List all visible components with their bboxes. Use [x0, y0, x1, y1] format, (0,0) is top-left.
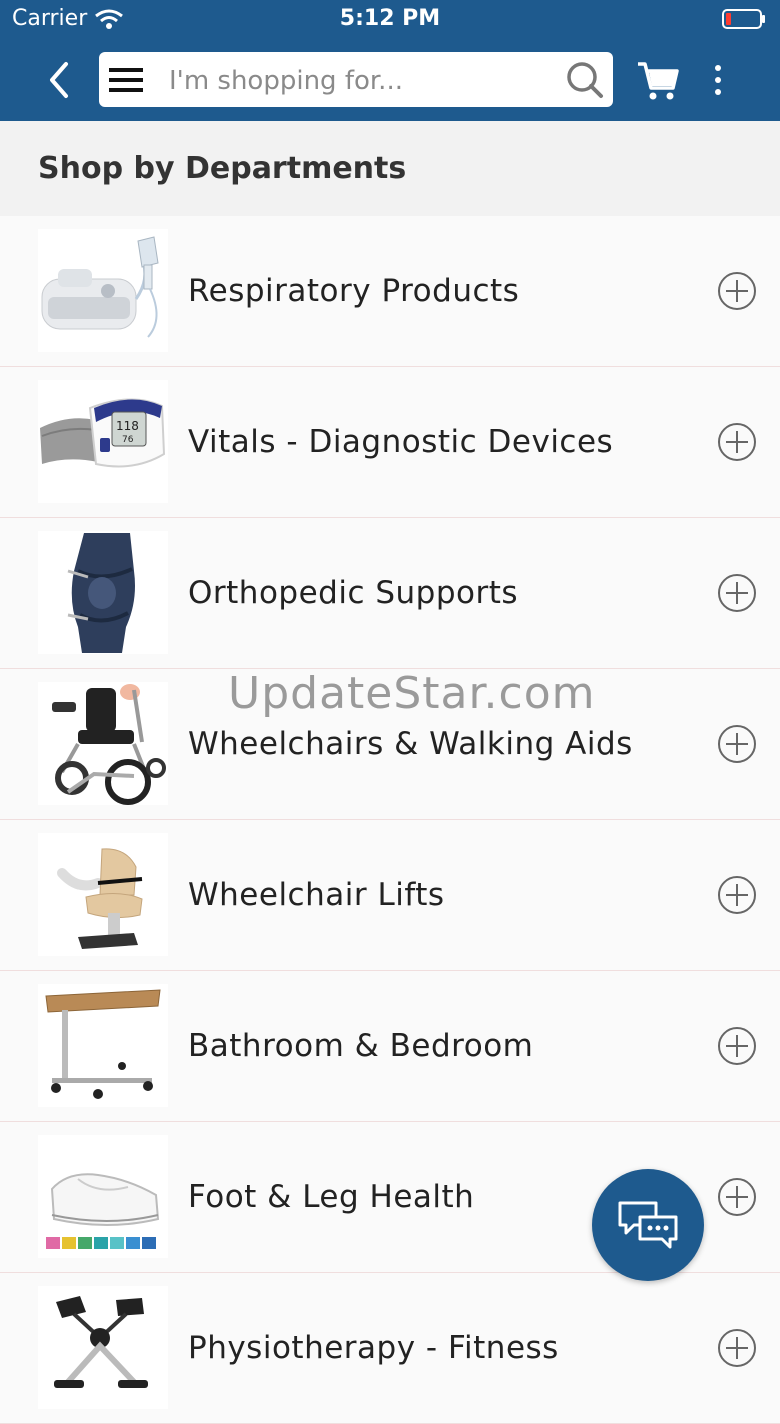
department-label: Vitals - Diagnostic Devices	[188, 424, 614, 460]
more-options-icon[interactable]	[704, 60, 732, 100]
department-row-vitals[interactable]: 118 76 Vitals - Diagnostic Devices	[0, 367, 780, 518]
department-row-bathroom-bedroom[interactable]: Bathroom & Bedroom	[0, 971, 780, 1122]
department-row-respiratory[interactable]: Respiratory Products	[0, 216, 780, 367]
cart-icon[interactable]	[636, 58, 680, 102]
search-bar[interactable]	[99, 52, 613, 109]
hamburger-menu-icon[interactable]	[109, 66, 145, 94]
stairlift-image	[38, 833, 168, 956]
department-label: Respiratory Products	[188, 273, 520, 309]
expand-plus-icon[interactable]	[717, 573, 757, 613]
overbed-table-image	[38, 984, 168, 1107]
expand-plus-icon[interactable]	[717, 1177, 757, 1217]
department-label: Orthopedic Supports	[188, 575, 519, 611]
nebulizer-image	[38, 229, 168, 352]
expand-plus-icon[interactable]	[717, 1328, 757, 1368]
expand-plus-icon[interactable]	[717, 875, 757, 915]
watermark-text: UpdateStar.com	[228, 668, 596, 719]
search-input[interactable]	[167, 52, 551, 109]
shoe-image	[38, 1135, 168, 1258]
expand-plus-icon[interactable]	[717, 1026, 757, 1066]
status-time: 5:12 PM	[339, 6, 441, 31]
search-icon[interactable]	[565, 60, 605, 100]
pedal-exerciser-image	[38, 1286, 168, 1409]
expand-plus-icon[interactable]	[717, 724, 757, 764]
department-row-orthopedic[interactable]: Orthopedic Supports	[0, 518, 780, 669]
department-label: Physiotherapy - Fitness	[188, 1330, 559, 1366]
department-label: Wheelchair Lifts	[188, 877, 445, 913]
department-row-physiotherapy[interactable]: Physiotherapy - Fitness	[0, 1273, 780, 1424]
status-bar: Carrier 5:12 PM	[0, 0, 780, 40]
department-row-wheelchair-lifts[interactable]: Wheelchair Lifts	[0, 820, 780, 971]
top-bar: Carrier 5:12 PM	[0, 0, 780, 121]
department-label: Foot & Leg Health	[188, 1179, 475, 1215]
back-button[interactable]	[42, 58, 78, 102]
expand-plus-icon[interactable]	[717, 422, 757, 462]
department-label: Bathroom & Bedroom	[188, 1028, 534, 1064]
chat-button[interactable]	[592, 1169, 704, 1281]
blood-pressure-monitor-image: 118 76	[38, 380, 168, 503]
section-title: Shop by Departments	[38, 151, 407, 186]
expand-plus-icon[interactable]	[717, 271, 757, 311]
svg-text:118: 118	[116, 419, 139, 433]
chat-bubbles-icon	[618, 1201, 678, 1249]
svg-text:76: 76	[122, 435, 134, 445]
section-header: Shop by Departments	[0, 121, 780, 216]
battery-icon	[722, 9, 765, 29]
knee-brace-image	[38, 531, 168, 654]
wheelchair-image	[38, 682, 168, 805]
